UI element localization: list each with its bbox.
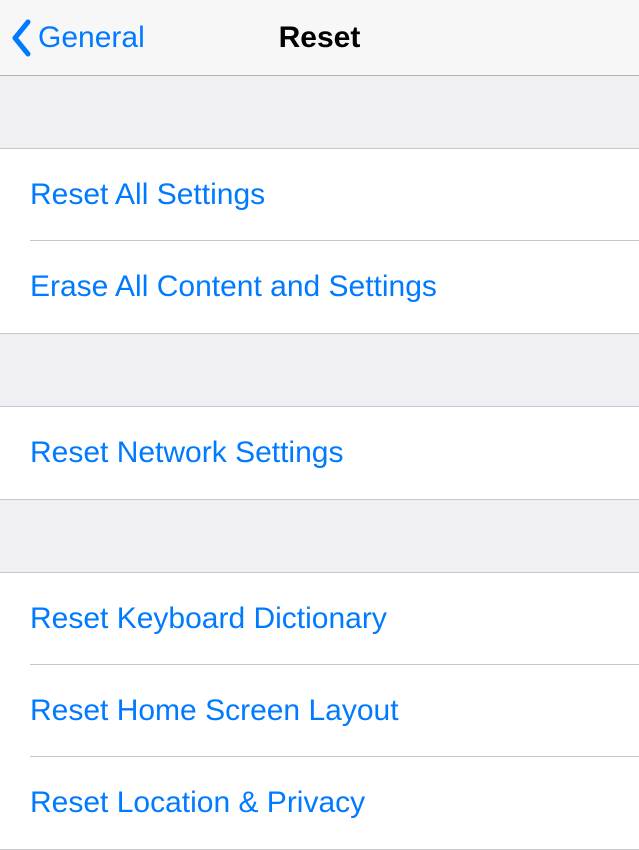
row-label: Reset Home Screen Layout bbox=[30, 694, 399, 728]
row-label: Reset Keyboard Dictionary bbox=[30, 602, 387, 636]
section-spacer bbox=[0, 334, 639, 406]
navigation-bar: General Reset bbox=[0, 0, 639, 76]
reset-network-settings-button[interactable]: Reset Network Settings bbox=[0, 407, 639, 499]
section-1: Reset All Settings Erase All Content and… bbox=[0, 148, 639, 334]
chevron-left-icon bbox=[10, 19, 32, 57]
reset-location-privacy-button[interactable]: Reset Location & Privacy bbox=[0, 757, 639, 849]
back-button[interactable]: General bbox=[10, 19, 145, 57]
section-2: Reset Network Settings bbox=[0, 406, 639, 500]
row-label: Erase All Content and Settings bbox=[30, 270, 437, 304]
erase-all-content-button[interactable]: Erase All Content and Settings bbox=[0, 241, 639, 333]
back-label: General bbox=[38, 21, 145, 55]
row-label: Reset Location & Privacy bbox=[30, 786, 365, 820]
row-label: Reset Network Settings bbox=[30, 436, 343, 470]
section-spacer bbox=[0, 500, 639, 572]
section-spacer bbox=[0, 76, 639, 148]
page-title: Reset bbox=[279, 21, 361, 55]
reset-keyboard-dictionary-button[interactable]: Reset Keyboard Dictionary bbox=[0, 573, 639, 665]
reset-home-screen-button[interactable]: Reset Home Screen Layout bbox=[0, 665, 639, 757]
section-3: Reset Keyboard Dictionary Reset Home Scr… bbox=[0, 572, 639, 850]
reset-all-settings-button[interactable]: Reset All Settings bbox=[0, 149, 639, 241]
row-label: Reset All Settings bbox=[30, 178, 265, 212]
